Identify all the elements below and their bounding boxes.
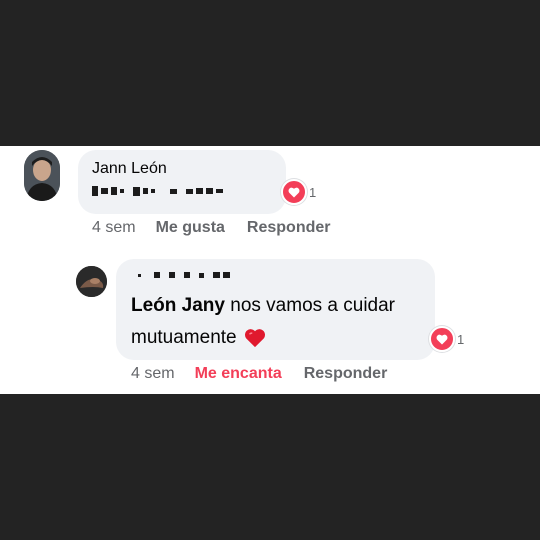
avatar-photo-icon bbox=[24, 150, 60, 201]
mention-link[interactable]: León Jany bbox=[131, 295, 225, 316]
heart-reaction-icon bbox=[281, 179, 307, 205]
reply-text: León Jany nos vamos a cuidar mutuamente bbox=[131, 290, 431, 354]
reply-actions: 4 sem Me encanta Responder bbox=[131, 365, 409, 383]
redacted-comment-text bbox=[92, 186, 223, 196]
love-button[interactable]: Me encanta bbox=[195, 365, 282, 383]
comment-reaction[interactable]: 1 bbox=[281, 179, 316, 205]
commenter-avatar[interactable] bbox=[24, 150, 60, 201]
replier-avatar[interactable] bbox=[76, 266, 107, 297]
reaction-count: 1 bbox=[309, 184, 317, 200]
reply-button[interactable]: Responder bbox=[304, 365, 388, 383]
reply-timestamp[interactable]: 4 sem bbox=[131, 365, 175, 383]
reply-reaction[interactable]: 1 bbox=[429, 326, 464, 352]
heart-reaction-icon bbox=[429, 326, 455, 352]
redacted-reply-author bbox=[138, 272, 230, 278]
comment-actions: 4 sem Me gusta Responder bbox=[92, 219, 353, 237]
like-button[interactable]: Me gusta bbox=[156, 219, 225, 237]
comment-author[interactable]: Jann León bbox=[92, 160, 167, 178]
reply-button[interactable]: Responder bbox=[247, 219, 331, 237]
comment-timestamp[interactable]: 4 sem bbox=[92, 219, 136, 237]
red-heart-emoji-icon bbox=[244, 329, 265, 348]
avatar-photo-icon bbox=[76, 266, 107, 297]
reaction-count: 1 bbox=[457, 331, 465, 347]
